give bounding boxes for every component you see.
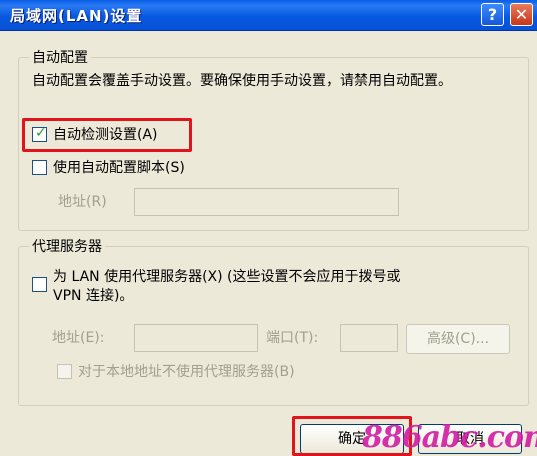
- close-button[interactable]: ✕: [510, 3, 533, 26]
- use-script-label[interactable]: 使用自动配置脚本(S): [53, 159, 185, 177]
- bypass-local-label[interactable]: 对于本地地址不使用代理服务器(B): [78, 363, 295, 381]
- proxy-port-field[interactable]: [340, 324, 398, 352]
- advanced-button[interactable]: 高级(C)...: [406, 324, 510, 354]
- title-bar[interactable]: 局域网(LAN)设置 ? ✕: [0, 0, 537, 31]
- proxy-group-label: 代理服务器: [29, 236, 105, 256]
- proxy-address-field[interactable]: [134, 324, 258, 352]
- watermark-logo: 886abc.com: [362, 420, 537, 455]
- auto-detect-highlight: [22, 118, 192, 152]
- use-proxy-label-line1[interactable]: 为 LAN 使用代理服务器(X) (这些设置不会应用于拨号或: [53, 268, 401, 286]
- use-script-checkbox[interactable]: [32, 160, 47, 175]
- proxy-port-label: 端口(T):: [266, 330, 319, 346]
- close-icon: ✕: [514, 5, 529, 24]
- window-title: 局域网(LAN)设置: [10, 7, 143, 25]
- auto-config-group-label: 自动配置: [29, 47, 91, 67]
- script-address-label: 地址(R): [58, 194, 107, 210]
- auto-config-description: 自动配置会覆盖手动设置。要确保使用手动设置，请禁用自动配置。: [32, 73, 452, 89]
- script-address-field[interactable]: [134, 188, 399, 216]
- bypass-local-checkbox[interactable]: [57, 364, 72, 379]
- help-button[interactable]: ?: [481, 3, 504, 26]
- use-proxy-label-line2[interactable]: VPN 连接)。: [53, 287, 133, 305]
- proxy-address-label: 地址(E):: [52, 330, 105, 346]
- use-proxy-checkbox[interactable]: [32, 277, 47, 292]
- help-icon: ?: [487, 5, 498, 24]
